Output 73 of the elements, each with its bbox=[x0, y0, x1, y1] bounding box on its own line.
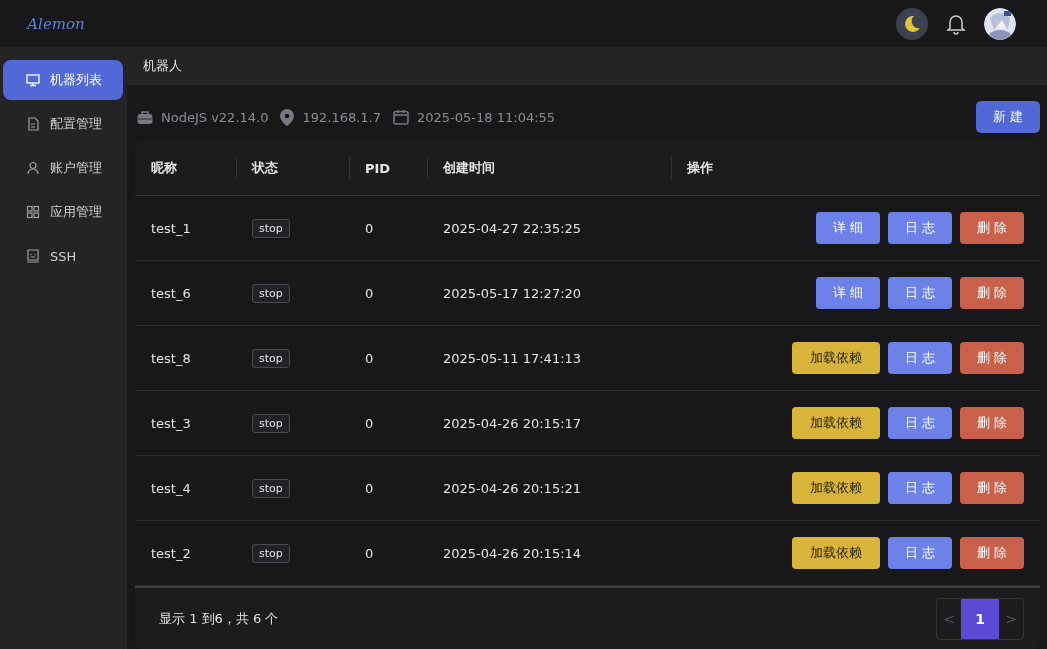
ip-address: 192.168.1.7 bbox=[302, 109, 382, 125]
theme-toggle-button[interactable] bbox=[896, 7, 928, 40]
user-icon bbox=[26, 161, 40, 175]
table-cell: 0 bbox=[365, 545, 374, 561]
notification-bell-icon[interactable] bbox=[946, 12, 966, 35]
previous-page-button[interactable]: < bbox=[937, 598, 961, 639]
table-cell: test_4 bbox=[151, 480, 191, 496]
sidebar-item[interactable]: 应用管理 bbox=[3, 192, 123, 232]
log-button[interactable]: 日 志 bbox=[888, 537, 952, 569]
delete-button[interactable]: 删 除 bbox=[960, 407, 1024, 439]
calendar-icon bbox=[393, 109, 410, 125]
column-header: 状态 bbox=[252, 159, 278, 177]
date-time: 2025-05-18 11:04:55 bbox=[417, 109, 556, 125]
load-deps-button[interactable]: 加载依赖 bbox=[792, 407, 880, 439]
load-deps-button[interactable]: 加载依赖 bbox=[792, 537, 880, 569]
table-cell: 2025-05-17 12:27:20 bbox=[443, 285, 582, 301]
status-tag: stop bbox=[252, 478, 290, 498]
status-tag: stop bbox=[252, 218, 290, 238]
delete-button[interactable]: 删 除 bbox=[960, 342, 1024, 374]
column-header: PID bbox=[365, 160, 391, 176]
column-header: 创建时间 bbox=[443, 159, 495, 177]
log-button[interactable]: 日 志 bbox=[888, 277, 952, 309]
breadcrumb: 机器人 bbox=[143, 57, 182, 75]
delete-button[interactable]: 删 除 bbox=[960, 537, 1024, 569]
table-cell: 2025-04-26 20:15:21 bbox=[443, 480, 582, 496]
status-tag: stop bbox=[252, 543, 290, 563]
new-button[interactable]: 新 建 bbox=[976, 101, 1040, 133]
pagination-summary: 显示 1 到6，共 6 个 bbox=[159, 609, 279, 628]
table-cell: 0 bbox=[365, 415, 374, 431]
sidebar-item[interactable]: 账户管理 bbox=[3, 148, 123, 188]
table-cell: 0 bbox=[365, 285, 374, 301]
terminal-icon bbox=[26, 249, 40, 263]
table-cell: test_2 bbox=[151, 545, 191, 561]
column-header: 操作 bbox=[687, 159, 713, 177]
load-deps-button[interactable]: 加载依赖 bbox=[792, 472, 880, 504]
document-icon bbox=[26, 117, 40, 131]
log-button[interactable]: 日 志 bbox=[888, 472, 952, 504]
table-cell: test_8 bbox=[151, 350, 191, 366]
monitor-icon bbox=[26, 73, 40, 87]
table-cell: 2025-04-26 20:15:17 bbox=[443, 415, 582, 431]
node-version: NodeJS v22.14.0 bbox=[161, 109, 269, 125]
table-cell: test_6 bbox=[151, 285, 191, 301]
detail-button[interactable]: 详 细 bbox=[816, 277, 880, 309]
table-cell: 2025-04-26 20:15:14 bbox=[443, 545, 582, 561]
table-cell: 2025-04-27 22:35:25 bbox=[443, 220, 582, 236]
sidebar-item[interactable]: 机器列表 bbox=[3, 60, 123, 100]
logo: Alemon bbox=[27, 14, 85, 33]
table-cell: 0 bbox=[365, 220, 374, 236]
delete-button[interactable]: 删 除 bbox=[960, 212, 1024, 244]
load-deps-button[interactable]: 加载依赖 bbox=[792, 342, 880, 374]
sidebar-item[interactable]: SSH bbox=[3, 236, 123, 276]
table-cell: test_3 bbox=[151, 415, 191, 431]
log-button[interactable]: 日 志 bbox=[888, 212, 952, 244]
next-page-button[interactable]: > bbox=[999, 598, 1023, 639]
status-tag: stop bbox=[252, 413, 290, 433]
location-pin-icon bbox=[280, 108, 295, 126]
grid-icon bbox=[26, 205, 40, 219]
moon-icon bbox=[902, 13, 922, 34]
page-button[interactable]: 1 bbox=[961, 598, 999, 639]
status-tag: stop bbox=[252, 348, 290, 368]
table-cell: test_1 bbox=[151, 220, 191, 236]
delete-button[interactable]: 删 除 bbox=[960, 472, 1024, 504]
table-cell: 0 bbox=[365, 350, 374, 366]
detail-button[interactable]: 详 细 bbox=[816, 212, 880, 244]
sidebar-item[interactable]: 配置管理 bbox=[3, 104, 123, 144]
briefcase-icon bbox=[137, 109, 153, 125]
table-cell: 0 bbox=[365, 480, 374, 496]
log-button[interactable]: 日 志 bbox=[888, 407, 952, 439]
table-cell: 2025-05-11 17:41:13 bbox=[443, 350, 582, 366]
delete-button[interactable]: 删 除 bbox=[960, 277, 1024, 309]
column-header: 昵称 bbox=[151, 159, 177, 177]
status-tag: stop bbox=[252, 283, 290, 303]
log-button[interactable]: 日 志 bbox=[888, 342, 952, 374]
